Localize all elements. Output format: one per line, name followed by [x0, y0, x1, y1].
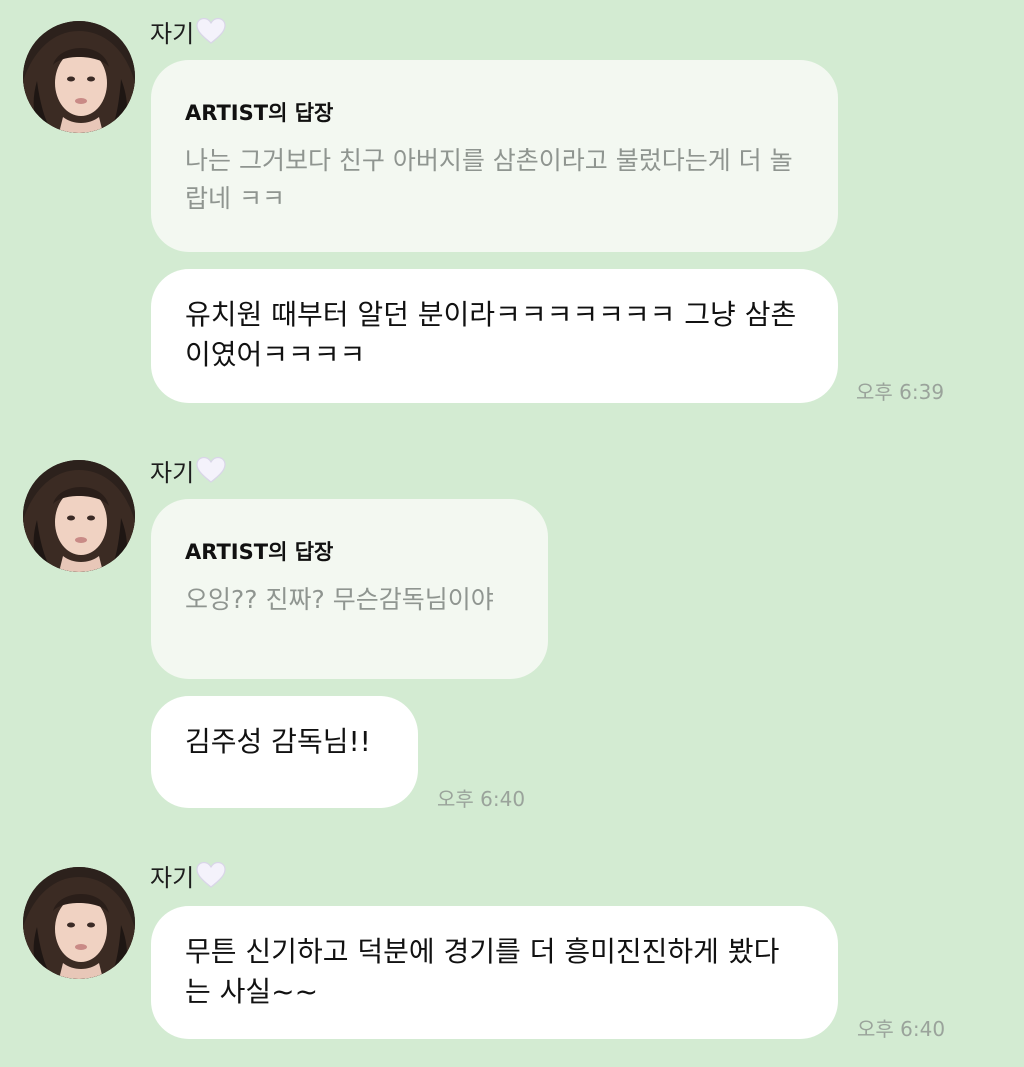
reply-quoted-text: 나는 그거보다 친구 아버지를 삼촌이라고 불렀다는게 더 놀랍네 ㅋㅋ	[185, 146, 793, 213]
message-time: 오후 6:39	[856, 380, 945, 404]
message-text: 무튼 신기하고 덕분에 경기를 더 흥미진진하게 봤다는 사실~~	[185, 935, 780, 1008]
sender-name: 자기	[150, 450, 226, 490]
avatar-photo	[23, 867, 135, 979]
white-heart-icon	[196, 17, 226, 45]
reply-quoted-text: 오잉?? 진짜? 무슨감독님이야	[185, 585, 494, 614]
reply-title: ARTIST의 답장	[185, 540, 334, 564]
avatar[interactable]	[23, 21, 135, 133]
avatar[interactable]	[23, 460, 135, 572]
sender-label: 자기	[150, 458, 195, 487]
reply-bubble[interactable]: ARTIST의 답장 나는 그거보다 친구 아버지를 삼촌이라고 불렀다는게 더…	[151, 60, 838, 252]
message-time: 오후 6:40	[857, 1017, 946, 1041]
reply-title: ARTIST의 답장	[185, 101, 334, 125]
sender-name: 자기	[150, 855, 226, 895]
avatar-photo	[23, 21, 135, 133]
sender-label: 자기	[150, 19, 195, 48]
sender-label: 자기	[150, 863, 195, 892]
white-heart-icon	[196, 861, 226, 889]
message-text: 김주성 감독님!!	[185, 725, 371, 758]
sender-name: 자기	[150, 11, 226, 51]
message-text: 유치원 때부터 알던 분이라ㅋㅋㅋㅋㅋㅋㅋ 그냥 삼촌이였어ㅋㅋㅋㅋ	[185, 298, 797, 371]
white-heart-icon	[196, 456, 226, 484]
reply-bubble[interactable]: ARTIST의 답장 오잉?? 진짜? 무슨감독님이야	[151, 499, 548, 679]
avatar[interactable]	[23, 867, 135, 979]
message-group: 자기 ARTIST의 답장 오잉?? 진짜? 무슨감독님이야 김주성 감독님!!…	[0, 448, 1024, 818]
message-bubble[interactable]: 김주성 감독님!!	[151, 696, 418, 808]
message-group: 자기 ARTIST의 답장 나는 그거보다 친구 아버지를 삼촌이라고 불렀다는…	[0, 0, 1024, 410]
avatar-photo	[23, 460, 135, 572]
message-group: 자기 무튼 신기하고 덕분에 경기를 더 흥미진진하게 봤다는 사실~~ 오후 …	[0, 855, 1024, 1045]
message-bubble[interactable]: 유치원 때부터 알던 분이라ㅋㅋㅋㅋㅋㅋㅋ 그냥 삼촌이였어ㅋㅋㅋㅋ	[151, 269, 838, 403]
message-time: 오후 6:40	[437, 787, 526, 811]
message-bubble[interactable]: 무튼 신기하고 덕분에 경기를 더 흥미진진하게 봤다는 사실~~	[151, 906, 838, 1039]
